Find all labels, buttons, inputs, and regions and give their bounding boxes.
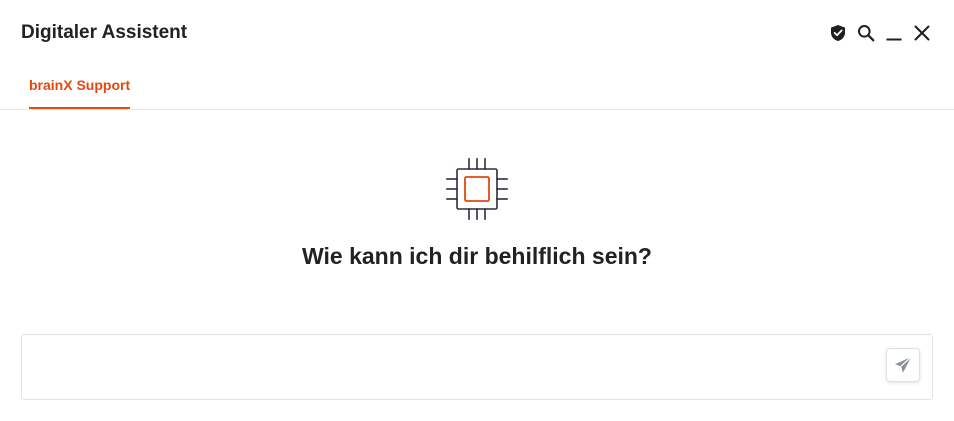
active-tab-indicator bbox=[29, 107, 131, 109]
tab-bar: brainX Support bbox=[0, 66, 954, 110]
search-icon[interactable] bbox=[856, 22, 876, 44]
send-button[interactable] bbox=[886, 348, 920, 382]
tab-brainx-support[interactable]: brainX Support bbox=[29, 66, 131, 109]
window-title: Digitaler Assistent bbox=[21, 22, 188, 43]
message-input[interactable] bbox=[34, 345, 874, 389]
title-actions bbox=[828, 22, 932, 44]
send-icon bbox=[895, 356, 912, 373]
shield-check-icon[interactable] bbox=[828, 22, 848, 44]
tab-label: brainX Support bbox=[29, 77, 131, 93]
cpu-chip-icon bbox=[444, 157, 510, 221]
assistant-window: Digitaler Assistent brainX Support Wie k… bbox=[0, 0, 954, 421]
title-bar: Digitaler Assistent bbox=[0, 0, 954, 66]
message-composer bbox=[21, 334, 933, 400]
close-icon[interactable] bbox=[912, 22, 932, 44]
welcome-headline: Wie kann ich dir behilflich sein? bbox=[302, 243, 652, 269]
minimize-icon[interactable] bbox=[884, 22, 904, 44]
